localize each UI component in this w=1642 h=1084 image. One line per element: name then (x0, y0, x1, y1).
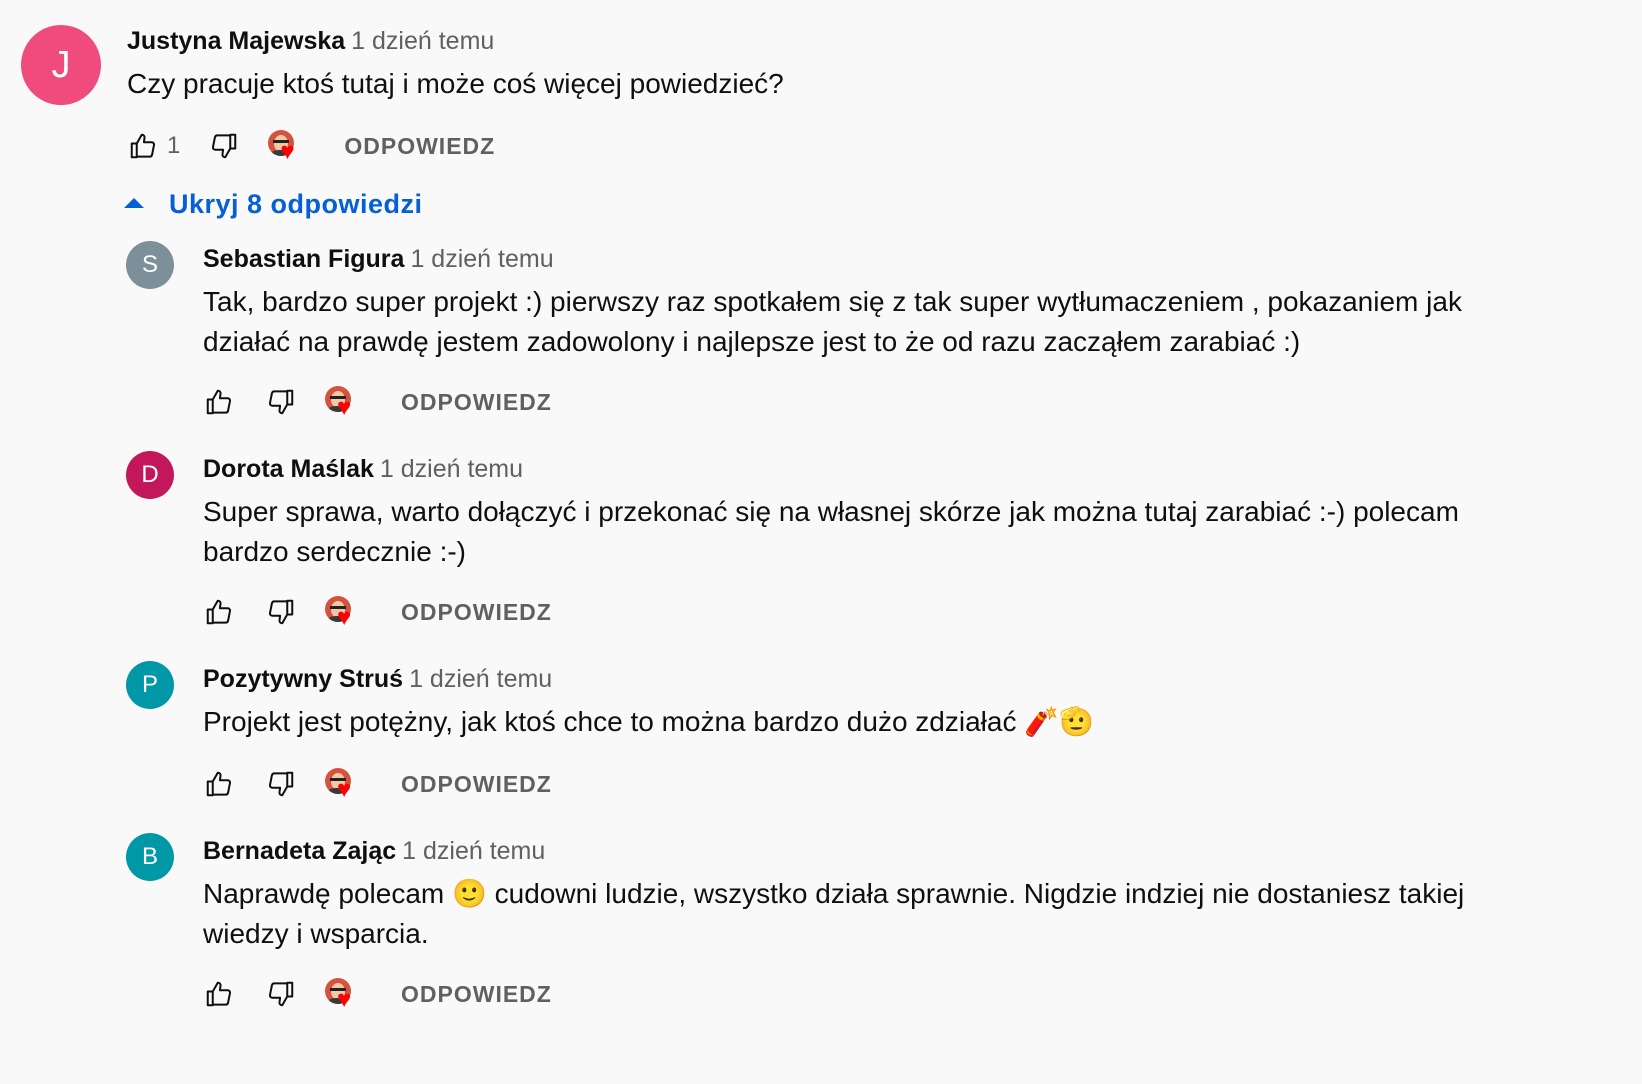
avatar[interactable]: J (21, 25, 101, 105)
author-name[interactable]: Bernadeta Zając (203, 837, 396, 865)
comment-text: Projekt jest potężny, jak ktoś chce to m… (203, 706, 1094, 737)
comment-actions: ♥ ODPOWIEDZ (199, 974, 552, 1014)
timestamp[interactable]: 1 dzień temu (409, 665, 552, 693)
timestamp[interactable]: 1 dzień temu (402, 837, 545, 865)
avatar-letter: D (141, 461, 159, 488)
thumbs-up-icon (206, 389, 232, 415)
comment-actions: 1 ♥ ODPOWIEDZ (123, 126, 495, 166)
reply-button[interactable]: ODPOWIEDZ (401, 981, 552, 1008)
comment-thread: J Justyna Majewska 1 dzień temu Czy pracu… (0, 0, 1642, 1084)
comment-header: Pozytywny Struś 1 dzień temu (203, 664, 552, 694)
creator-heart-icon: ♥ (323, 764, 363, 804)
comment-header: Justyna Majewska 1 dzień temu (127, 26, 494, 56)
timestamp[interactable]: 1 dzień temu (380, 455, 523, 483)
like-button[interactable] (199, 764, 239, 804)
comment-text: Czy pracuje ktoś tutaj i może coś więcej… (127, 68, 784, 99)
hide-replies-label: Ukryj 8 odpowiedzi (169, 188, 423, 219)
creator-heart-icon: ♥ (323, 382, 363, 422)
creator-heart-icon: ♥ (266, 126, 306, 166)
comment-header: Bernadeta Zając 1 dzień temu (203, 836, 545, 866)
like-button[interactable] (123, 126, 163, 166)
heart-icon: ♥ (280, 138, 295, 165)
avatar[interactable]: P (126, 661, 174, 709)
comment-actions: ♥ ODPOWIEDZ (199, 592, 552, 632)
reply-button[interactable]: ODPOWIEDZ (401, 771, 552, 798)
thumbs-up-icon (130, 133, 156, 159)
comment-actions: ♥ ODPOWIEDZ (199, 382, 552, 422)
avatar[interactable]: B (126, 833, 174, 881)
heart-icon: ♥ (337, 604, 352, 631)
comment-text: Super sprawa, warto dołączyć i przekonać… (203, 496, 1459, 567)
comment-text: Naprawdę polecam 🙂 cudowni ludzie, wszys… (203, 878, 1465, 949)
heart-icon: ♥ (337, 776, 352, 803)
thumbs-down-icon (268, 771, 294, 797)
timestamp[interactable]: 1 dzień temu (410, 245, 553, 273)
timestamp[interactable]: 1 dzień temu (351, 27, 494, 55)
author-name[interactable]: Dorota Maślak (203, 455, 374, 483)
thumbs-down-icon (268, 389, 294, 415)
comment-header: Dorota Maślak 1 dzień temu (203, 454, 523, 484)
thumbs-up-icon (206, 981, 232, 1007)
thumbs-up-icon (206, 771, 232, 797)
heart-icon: ♥ (337, 394, 352, 421)
dislike-button[interactable] (204, 126, 244, 166)
like-button[interactable] (199, 592, 239, 632)
thumbs-up-icon (206, 599, 232, 625)
like-count: 1 (167, 132, 181, 159)
avatar[interactable]: D (126, 451, 174, 499)
avatar-letter: B (141, 843, 158, 870)
dislike-button[interactable] (261, 382, 301, 422)
creator-heart-icon: ♥ (323, 592, 363, 632)
comment-actions: ♥ ODPOWIEDZ (199, 764, 552, 804)
avatar-letter: J (51, 43, 71, 86)
dislike-button[interactable] (261, 764, 301, 804)
author-name[interactable]: Sebastian Figura (203, 245, 404, 273)
avatar-letter: S (141, 251, 158, 278)
like-button[interactable] (199, 382, 239, 422)
avatar[interactable]: S (126, 241, 174, 289)
dislike-button[interactable] (261, 974, 301, 1014)
thumbs-down-icon (212, 133, 237, 159)
avatar-letter: P (141, 671, 158, 698)
like-button[interactable] (199, 974, 239, 1014)
creator-heart-icon: ♥ (323, 974, 363, 1014)
thumbs-down-icon (268, 599, 294, 625)
comment-header: Sebastian Figura 1 dzień temu (203, 244, 554, 274)
author-name[interactable]: Justyna Majewska (127, 27, 345, 55)
reply-button[interactable]: ODPOWIEDZ (344, 133, 495, 160)
hide-replies-button[interactable]: Ukryj 8 odpowiedzi (124, 186, 423, 222)
comment-text: Tak, bardzo super projekt :) pierwszy ra… (203, 286, 1462, 357)
heart-icon: ♥ (337, 986, 352, 1013)
author-name[interactable]: Pozytywny Struś (203, 665, 403, 693)
reply-button[interactable]: ODPOWIEDZ (401, 599, 552, 626)
thumbs-down-icon (268, 981, 294, 1007)
dislike-button[interactable] (261, 592, 301, 632)
caret-up-icon (124, 198, 144, 208)
reply-button[interactable]: ODPOWIEDZ (401, 389, 552, 416)
